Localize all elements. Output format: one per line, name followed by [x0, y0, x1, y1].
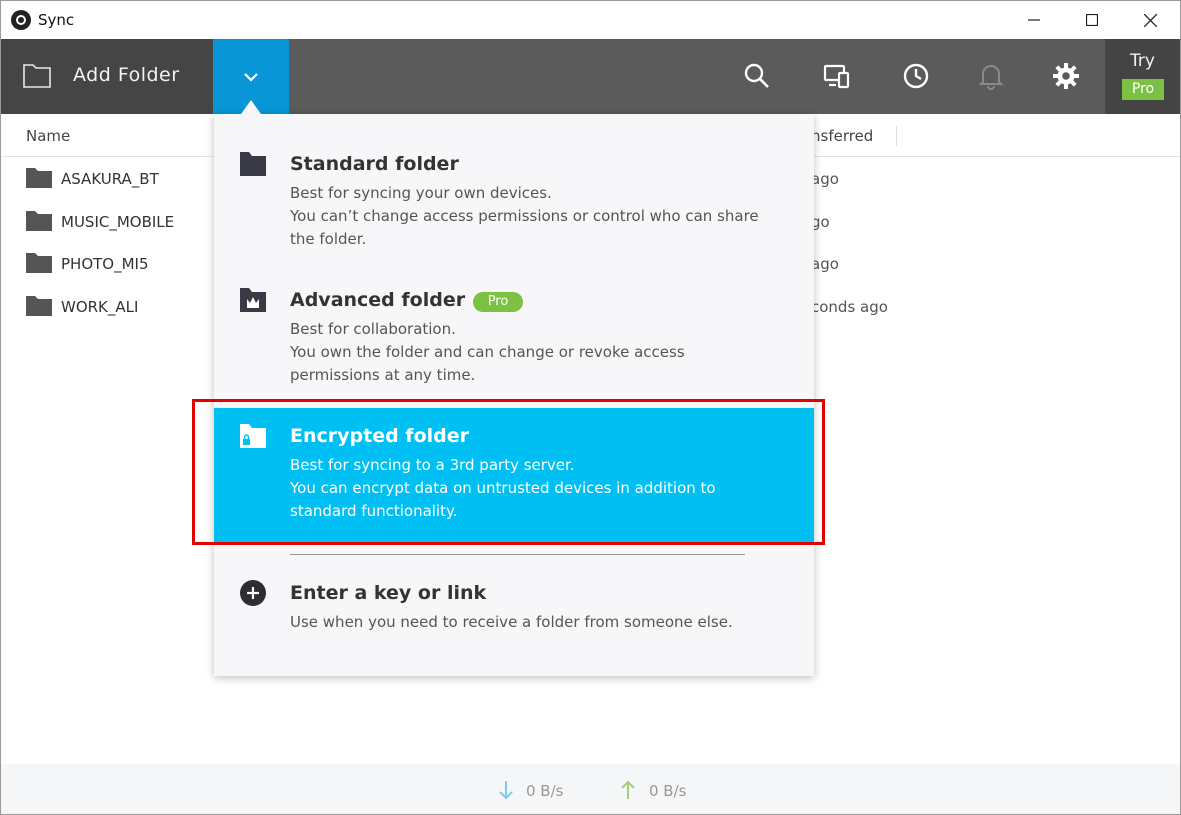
toolbar: Add Folder Try Pro: [1, 39, 1180, 114]
menu-item-desc: Best for syncing your own devices.: [290, 184, 552, 202]
settings-button[interactable]: [1051, 61, 1081, 91]
plus-circle-icon: [240, 580, 266, 606]
try-pro-button[interactable]: Try Pro: [1105, 39, 1180, 114]
maximize-button[interactable]: [1063, 1, 1121, 39]
crown-folder-icon: [240, 288, 266, 312]
menu-item-desc: Use when you need to receive a folder fr…: [290, 613, 733, 631]
close-button[interactable]: [1121, 1, 1179, 39]
menu-caret: [241, 100, 261, 114]
folder-name: ASAKURA_BT: [61, 170, 159, 188]
add-folder-button[interactable]: Add Folder: [1, 39, 213, 114]
chevron-down-icon: [244, 72, 258, 82]
title-bar: Sync: [1, 1, 1180, 39]
folder-transferred: ago: [811, 255, 839, 273]
devices-button[interactable]: [822, 61, 852, 91]
arrow-down-icon: [499, 781, 513, 800]
clock-icon: [903, 63, 929, 89]
menu-item-standard-folder[interactable]: Standard folder Best for syncing your ow…: [214, 114, 814, 264]
search-icon: [744, 63, 769, 88]
bell-icon: [978, 65, 1004, 90]
search-button[interactable]: [742, 61, 772, 91]
minimize-icon: [1028, 19, 1040, 21]
download-rate: 0 B/s: [526, 782, 564, 800]
arrow-up-icon: [621, 780, 635, 799]
menu-item-desc: Best for syncing to a 3rd party server.: [290, 456, 575, 474]
history-button[interactable]: [901, 61, 931, 91]
menu-item-desc: Best for collaboration.: [290, 320, 456, 338]
folder-icon: [26, 168, 52, 188]
folder-transferred: ago: [811, 170, 839, 188]
sync-logo-icon: [11, 10, 31, 30]
folder-icon: [26, 296, 52, 316]
folder-name: PHOTO_MI5: [61, 255, 149, 273]
column-header-name[interactable]: Name: [26, 127, 70, 145]
folder-name: WORK_ALI: [61, 298, 139, 316]
folder-name: MUSIC_MOBILE: [61, 213, 175, 231]
add-folder-label: Add Folder: [73, 64, 180, 86]
folder-icon: [26, 253, 52, 273]
try-label: Try: [1130, 51, 1155, 71]
sync-window: Sync Add Folder Try Pro Name nsferred AS…: [0, 0, 1181, 815]
menu-item-title: Enter a key or link: [290, 582, 487, 604]
devices-icon: [823, 64, 850, 89]
menu-item-title: Standard folder: [290, 153, 459, 175]
folder-icon: [240, 152, 266, 176]
add-folder-menu: Standard folder Best for syncing your ow…: [214, 114, 814, 676]
menu-item-enter-key[interactable]: Enter a key or link Use when you need to…: [214, 555, 814, 655]
lock-folder-icon: [240, 424, 266, 448]
menu-item-desc: You can’t change access permissions or c…: [290, 207, 759, 248]
menu-item-desc: You own the folder and can change or rev…: [290, 343, 685, 384]
column-header-transferred[interactable]: nsferred: [811, 127, 873, 145]
pro-badge: Pro: [473, 292, 523, 312]
menu-item-title: Encrypted folder: [290, 425, 469, 447]
pro-badge: Pro: [1122, 79, 1164, 100]
status-bar: 0 B/s 0 B/s: [1, 764, 1180, 814]
menu-item-advanced-folder[interactable]: Advanced folder Pro Best for collaborati…: [214, 264, 814, 408]
gear-icon: [1053, 63, 1079, 89]
menu-item-desc: You can encrypt data on untrusted device…: [290, 479, 716, 520]
menu-item-encrypted-folder[interactable]: Encrypted folder Best for syncing to a 3…: [214, 408, 814, 543]
upload-rate: 0 B/s: [649, 782, 687, 800]
minimize-button[interactable]: [1005, 1, 1063, 39]
notifications-button[interactable]: [976, 61, 1006, 91]
close-icon: [1143, 13, 1157, 27]
column-separator[interactable]: [896, 126, 897, 146]
folder-outline-icon: [23, 64, 51, 88]
menu-item-title: Advanced folder: [290, 289, 466, 311]
folder-transferred: conds ago: [811, 298, 888, 316]
folder-icon: [26, 211, 52, 231]
maximize-icon: [1086, 14, 1098, 26]
window-title: Sync: [38, 11, 75, 29]
